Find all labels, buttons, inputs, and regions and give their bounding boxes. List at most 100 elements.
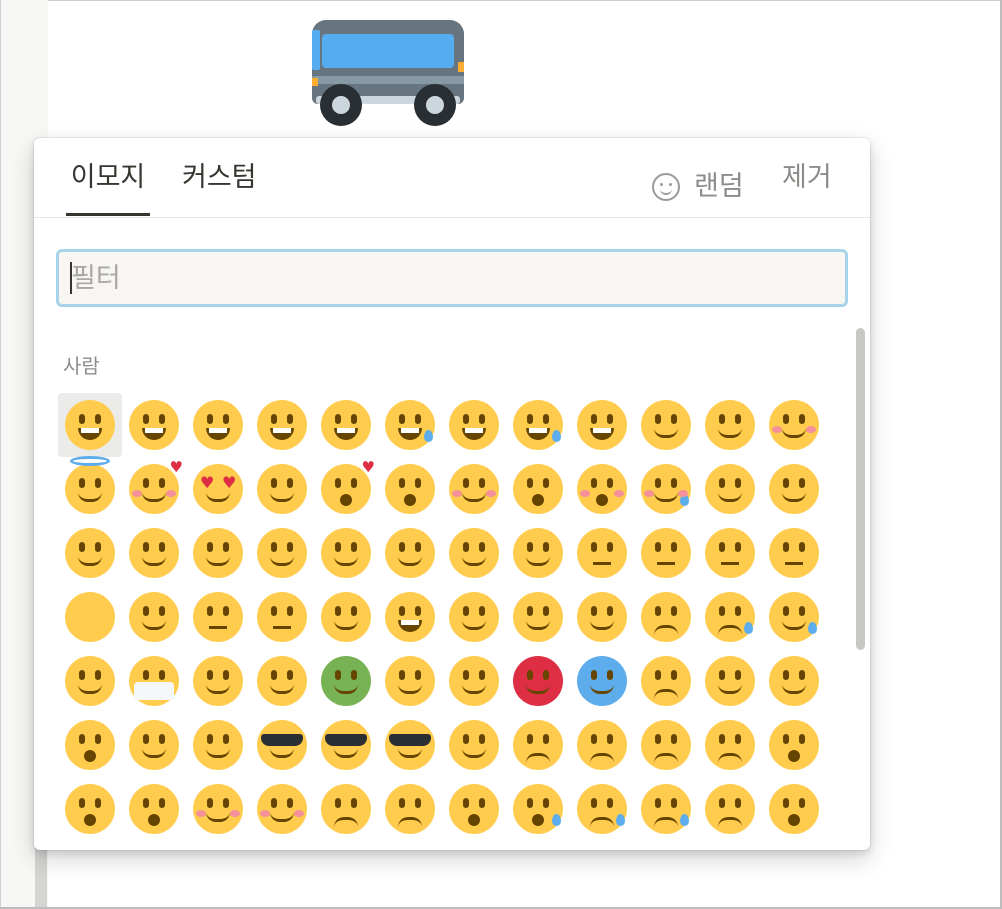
emoji-cell-face-spiral-eyes[interactable] bbox=[762, 649, 826, 713]
emoji-cell-slight-smile-face[interactable] bbox=[570, 393, 634, 457]
emoji-cell-raised-eyebrow-face[interactable] bbox=[634, 521, 698, 585]
astonished-face-icon bbox=[129, 784, 179, 834]
emoji-cell-relieved-face[interactable] bbox=[570, 585, 634, 649]
emoji-cell-anguished-face[interactable] bbox=[378, 777, 442, 841]
emoji-cell-money-mouth-face[interactable] bbox=[250, 521, 314, 585]
emoji-cell-innocent-face[interactable] bbox=[58, 456, 122, 521]
emoji-cell-face-holding-back-tears[interactable] bbox=[634, 457, 698, 521]
emoji-cell-neutral-face[interactable] bbox=[698, 521, 762, 585]
tab-custom[interactable]: 커스텀 bbox=[182, 158, 257, 216]
emoji-cell-face-exhaling[interactable] bbox=[442, 585, 506, 649]
emoji-cell-grin-face[interactable] bbox=[250, 393, 314, 457]
emoji-cell-scream-face[interactable] bbox=[762, 777, 826, 841]
emoji-cell-heart-eyes-face[interactable]: ♥ ♥ bbox=[186, 457, 250, 521]
emoji-cell-vomiting-face[interactable] bbox=[378, 649, 442, 713]
emoji-cell-relaxed-face[interactable] bbox=[442, 457, 506, 521]
crying-face-icon bbox=[641, 784, 691, 834]
tab-emoji[interactable]: 이모지 bbox=[66, 158, 150, 216]
emoji-cell-rolling-eyes-face[interactable] bbox=[314, 585, 378, 649]
emoji-cell-monocle-face[interactable] bbox=[442, 713, 506, 777]
emoji-cell-sweat-smile-face[interactable] bbox=[378, 393, 442, 457]
emoji-cell-no-mouth-face[interactable] bbox=[58, 585, 122, 649]
emoji-cell-mask-face[interactable] bbox=[122, 649, 186, 713]
emoji-cell-kissing-face[interactable] bbox=[378, 457, 442, 521]
emoji-cell-sleepy-face[interactable] bbox=[698, 585, 762, 649]
emoji-cell-partying-face[interactable] bbox=[186, 713, 250, 777]
emoji-cell-upside-down-face[interactable] bbox=[634, 393, 698, 457]
remove-button[interactable]: 제거 bbox=[782, 158, 832, 216]
emoji-cell-dizzy-face[interactable] bbox=[698, 649, 762, 713]
emoji-cell-fearful-face[interactable] bbox=[442, 777, 506, 841]
cowboy-face-icon bbox=[129, 720, 179, 770]
emoji-cell-zany-face[interactable] bbox=[122, 521, 186, 585]
emoji-cell-blush-face[interactable] bbox=[762, 393, 826, 457]
emoji-cell-shushing-face[interactable] bbox=[442, 521, 506, 585]
filter-input[interactable] bbox=[59, 252, 845, 304]
emoji-cell-wink-face[interactable] bbox=[698, 393, 762, 457]
emoji-cell-slight-frown-face[interactable] bbox=[634, 713, 698, 777]
squinting-tongue-face-icon bbox=[193, 528, 243, 578]
emoji-cell-exploding-head[interactable] bbox=[58, 713, 122, 777]
emoji-cell-smile-face[interactable] bbox=[186, 393, 250, 457]
mouth bbox=[142, 556, 166, 566]
emoji-cell-yum-face[interactable] bbox=[698, 457, 762, 521]
emoji-cell-joy-face[interactable] bbox=[506, 393, 570, 457]
random-button[interactable]: 랜덤 bbox=[652, 158, 744, 216]
emoji-cell-squinting-tongue-face[interactable] bbox=[186, 521, 250, 585]
eye bbox=[719, 414, 725, 424]
emoji-cell-woozy-face[interactable] bbox=[634, 649, 698, 713]
emoji-cell-open-mouth-face[interactable] bbox=[762, 713, 826, 777]
emoji-cell-grinning-face[interactable] bbox=[58, 393, 122, 457]
emoji-cell-unamused-face[interactable] bbox=[250, 585, 314, 649]
emoji-cell-smirk-face[interactable] bbox=[186, 585, 250, 649]
emoji-cell-hot-face[interactable] bbox=[506, 649, 570, 713]
emoji-cell-cowboy-face[interactable] bbox=[122, 713, 186, 777]
emoji-cell-hand-over-mouth-face[interactable] bbox=[378, 521, 442, 585]
emoji-cell-sunglasses-face[interactable] bbox=[314, 713, 378, 777]
emoji-cell-worried-face[interactable] bbox=[570, 713, 634, 777]
emoji-cell-sob-face[interactable] bbox=[698, 777, 762, 841]
emoji-cell-nauseated-face[interactable] bbox=[314, 649, 378, 713]
smile-icon bbox=[652, 173, 680, 201]
emoji-cell-disappointed-relieved-face[interactable] bbox=[570, 777, 634, 841]
emoji-cell-thinking-face[interactable] bbox=[506, 521, 570, 585]
emoji-cell-laughing-face[interactable] bbox=[314, 393, 378, 457]
emoji-cell-kissing-closed-eyes-face[interactable] bbox=[506, 457, 570, 521]
emoji-cell-winking-tongue-face[interactable] bbox=[58, 521, 122, 585]
emoji-cell-lying-face[interactable] bbox=[506, 585, 570, 649]
emoji-cell-rofl-face[interactable] bbox=[442, 393, 506, 457]
emoji-cell-confused-face[interactable] bbox=[506, 713, 570, 777]
emoji-cell-frown-open-mouth-face[interactable] bbox=[314, 777, 378, 841]
scrollbar-thumb[interactable] bbox=[856, 328, 865, 650]
emoji-cell-crying-face[interactable] bbox=[634, 777, 698, 841]
emoji-cell-smiling-face-with-hearts[interactable]: ♥ bbox=[122, 457, 186, 521]
emoji-cell-disguised-face[interactable] bbox=[250, 713, 314, 777]
emoji-cell-frowning-face[interactable] bbox=[698, 713, 762, 777]
emoji-cell-tongue-out-face[interactable] bbox=[762, 457, 826, 521]
emoji-cell-head-bandage-face[interactable] bbox=[250, 649, 314, 713]
emoji-cell-smiley-face[interactable] bbox=[122, 393, 186, 457]
page-icon-bus-icon[interactable] bbox=[312, 18, 464, 126]
emoji-cell-hushed-face[interactable] bbox=[58, 777, 122, 841]
eye bbox=[479, 798, 485, 808]
sleeping-face-icon bbox=[65, 656, 115, 706]
emoji-cell-expressionless-face[interactable] bbox=[762, 521, 826, 585]
emoji-cell-nerd-face[interactable] bbox=[378, 713, 442, 777]
emoji-cell-sneezing-face[interactable] bbox=[442, 649, 506, 713]
emoji-cell-kissing-smiling-eyes-face[interactable] bbox=[570, 457, 634, 521]
emoji-cell-flushed-face[interactable] bbox=[186, 777, 250, 841]
emoji-cell-zipper-mouth-face[interactable] bbox=[570, 521, 634, 585]
emoji-cell-star-struck-face[interactable] bbox=[250, 457, 314, 521]
emoji-cell-grimacing-face[interactable] bbox=[378, 585, 442, 649]
emoji-cell-astonished-face[interactable] bbox=[122, 777, 186, 841]
emoji-cell-kissing-heart-face[interactable]: ♥ bbox=[314, 457, 378, 521]
emoji-cell-pleading-face[interactable] bbox=[250, 777, 314, 841]
emoji-cell-pensive-face[interactable] bbox=[634, 585, 698, 649]
emoji-cell-cold-sweat-face[interactable] bbox=[506, 777, 570, 841]
emoji-cell-cold-face[interactable] bbox=[570, 649, 634, 713]
emoji-cell-hugging-face[interactable] bbox=[314, 521, 378, 585]
emoji-cell-thermometer-face[interactable] bbox=[186, 649, 250, 713]
emoji-cell-face-in-clouds[interactable] bbox=[122, 585, 186, 649]
emoji-cell-sleeping-face[interactable] bbox=[58, 649, 122, 713]
emoji-cell-drooling-face[interactable] bbox=[762, 585, 826, 649]
